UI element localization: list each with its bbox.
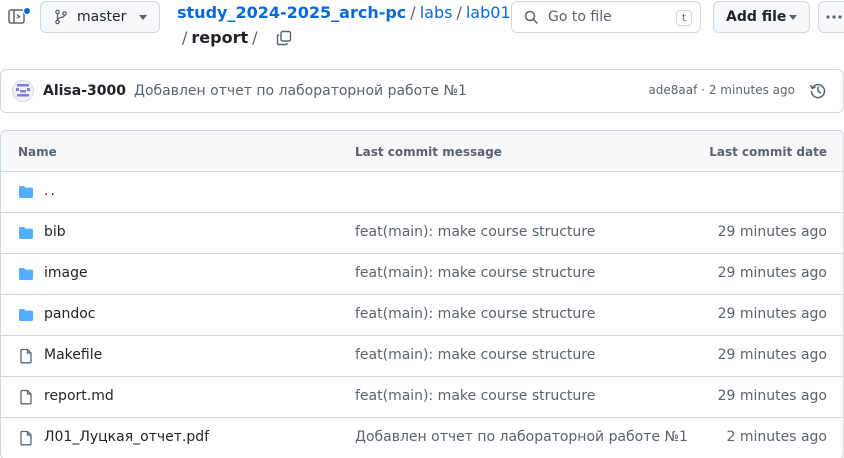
commit-message-link[interactable]: Добавлен отчет по лабораторной работе №1 [355,429,688,445]
commit-date: 2 minutes ago [726,429,827,445]
table-row: Л01_Луцкая_отчет.pdf Добавлен отчет по л… [1,418,843,458]
chevron-down-icon [139,15,147,20]
breadcrumb-current-folder: report [191,28,249,47]
folder-icon [19,186,33,198]
file-icon [20,348,32,364]
commit-message-link[interactable]: feat(main): make course structure [355,306,595,322]
branch-selector-button[interactable]: master [40,1,160,33]
keyboard-shortcut-hint: t [676,10,692,26]
table-row-parent-directory[interactable]: .. [1,172,843,213]
commit-date: 29 minutes ago [717,265,827,281]
table-header: Name Last commit message Last commit dat… [1,131,843,172]
table-row: pandoc feat(main): make course structure… [1,295,843,336]
table-row: report.md feat(main): make course struct… [1,377,843,418]
search-icon [524,10,538,24]
breadcrumb: study_2024-2025_arch-pc / labs / lab01 [177,3,511,23]
latest-commit-bar: Alisa-3000 Добавлен отчет по лабораторно… [0,69,844,113]
file-name-link[interactable]: .. [44,183,57,199]
branch-name: master [77,9,127,25]
folder-icon [19,309,33,321]
column-header-date: Last commit date [709,145,827,159]
commit-message-link[interactable]: Добавлен отчет по лабораторной работе №1 [134,83,467,99]
avatar[interactable] [13,81,33,101]
chevron-down-icon [789,15,797,20]
table-row: bib feat(main): make course structure 29… [1,213,843,254]
file-table: Name Last commit message Last commit dat… [0,130,844,458]
commit-author-link[interactable]: Alisa-3000 [43,83,126,99]
breadcrumb-current-line: / report / [177,28,294,48]
commit-meta-separator: · [701,83,706,97]
copy-icon [276,30,291,46]
file-name-link[interactable]: image [44,265,88,281]
commit-date: 29 minutes ago [717,306,827,322]
go-to-file-input[interactable]: Go to file t [511,1,701,33]
commit-history-button[interactable] [809,82,827,100]
sidebar-toggle-button[interactable] [8,7,31,26]
file-icon [20,389,32,405]
breadcrumb-separator: / [182,28,188,47]
commit-sha-link[interactable]: ade8aaf [648,83,697,97]
commit-meta: ade8aaf · 2 minutes ago [648,83,795,97]
breadcrumb-labs-link[interactable]: labs [420,3,453,22]
copy-path-button[interactable] [274,28,294,48]
commit-message-link[interactable]: feat(main): make course structure [355,224,595,240]
file-name-link[interactable]: bib [44,224,66,240]
commit-date: 29 minutes ago [717,388,827,404]
file-name-link[interactable]: pandoc [44,306,96,322]
more-options-button[interactable] [818,1,844,33]
commit-time: 2 minutes ago [708,83,795,97]
folder-icon [19,268,33,280]
breadcrumb-lab01-link[interactable]: lab01 [466,3,511,22]
commit-message-link[interactable]: feat(main): make course structure [355,265,595,281]
commit-message-link[interactable]: feat(main): make course structure [355,388,595,404]
breadcrumb-separator: / [252,28,258,47]
kebab-horizontal-icon [826,15,842,19]
file-name-link[interactable]: Л01_Луцкая_отчет.pdf [44,429,209,445]
breadcrumb-repo-link[interactable]: study_2024-2025_arch-pc [177,3,406,22]
folder-icon [19,227,33,239]
table-row: Makefile feat(main): make course structu… [1,336,843,377]
identicon-icon [13,81,33,101]
commit-date: 29 minutes ago [717,347,827,363]
table-row: image feat(main): make course structure … [1,254,843,295]
breadcrumb-separator: / [410,3,416,22]
file-icon [20,430,32,446]
add-file-label: Add file [726,9,787,25]
file-name-link[interactable]: report.md [44,388,114,404]
commit-date: 29 minutes ago [717,224,827,240]
history-icon [809,83,826,99]
go-to-file-placeholder: Go to file [548,9,612,25]
column-header-message: Last commit message [355,145,502,159]
column-header-name: Name [18,145,57,159]
breadcrumb-separator: / [456,3,462,22]
git-branch-icon [55,9,67,25]
commit-message-link[interactable]: feat(main): make course structure [355,347,595,363]
file-name-link[interactable]: Makefile [44,347,102,363]
add-file-button[interactable]: Add file [713,1,810,33]
notification-dot [23,7,31,15]
